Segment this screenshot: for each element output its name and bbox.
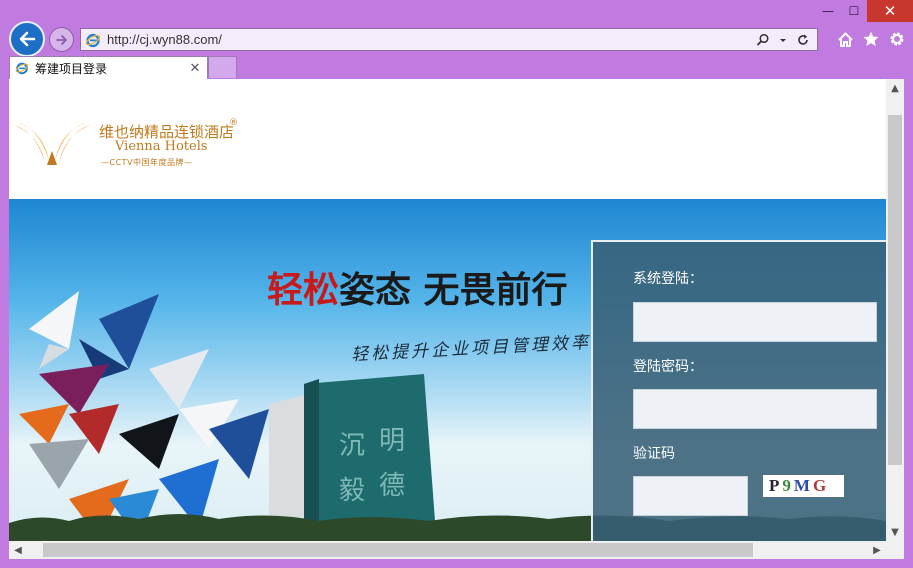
- tab-ie-icon: [13, 59, 31, 77]
- login-panel: 系统登陆： 登陆密码： 验证码 P9MG: [591, 240, 886, 541]
- tab-close-icon[interactable]: ✕: [187, 61, 203, 76]
- captcha-label: 验证码: [633, 446, 675, 462]
- svg-text:沉: 沉: [339, 431, 365, 461]
- banner-sub-slogan: 轻松提升企业项目管理效率: [350, 332, 592, 366]
- logo-english-name: Vienna Hotels: [115, 139, 208, 154]
- vertical-scrollbar[interactable]: ▲ ▼: [886, 79, 904, 541]
- registered-mark: ®: [229, 118, 238, 128]
- captcha-char: G: [812, 476, 830, 495]
- vienna-hotels-logo[interactable]: 维也纳精品连锁酒店 ® Vienna Hotels —CCTV中国年度品牌—: [11, 118, 251, 169]
- back-button[interactable]: [9, 21, 45, 57]
- search-dropdown-icon[interactable]: [775, 32, 791, 48]
- ie-logo-icon: [84, 31, 102, 49]
- tab-title: 筹建项目登录: [35, 61, 108, 76]
- slogan-text: 姿态 无畏前行: [339, 269, 568, 311]
- scroll-up-icon[interactable]: ▲: [886, 79, 904, 97]
- system-login-label: 系统登陆：: [633, 271, 703, 287]
- home-icon[interactable]: [835, 29, 855, 49]
- vienna-wing-logo-icon: [13, 123, 91, 165]
- page-viewport: 维也纳精品连锁酒店 ® Vienna Hotels —CCTV中国年度品牌— 沉…: [9, 79, 886, 541]
- favorites-star-icon[interactable]: [861, 29, 881, 49]
- banner-slogan: 轻松姿态 无畏前行: [267, 261, 568, 313]
- scrollbar-corner: [886, 541, 904, 559]
- browser-toolbar: [835, 29, 907, 49]
- svg-text:德: 德: [379, 471, 405, 501]
- svg-text:明: 明: [379, 426, 405, 456]
- logo-tagline: —CCTV中国年度品牌—: [101, 158, 193, 167]
- captcha-char: P: [769, 476, 783, 495]
- horizontal-scroll-thumb[interactable]: [43, 543, 753, 557]
- window-controls: — ☐ ✕: [815, 0, 913, 22]
- address-bar[interactable]: http://cj.wyn88.com/: [80, 28, 818, 51]
- scroll-right-icon[interactable]: ▶: [868, 541, 886, 559]
- vertical-scroll-thumb[interactable]: [888, 115, 902, 465]
- scroll-left-icon[interactable]: ◀: [9, 541, 27, 559]
- slogan-highlight: 轻松: [267, 269, 340, 311]
- address-bar-actions: [755, 32, 811, 48]
- captcha-char: M: [793, 476, 813, 495]
- horizontal-scrollbar[interactable]: ◀ ▶: [9, 541, 886, 559]
- minimize-button[interactable]: —: [815, 0, 841, 22]
- captcha-input[interactable]: [633, 476, 748, 516]
- password-input[interactable]: [633, 389, 877, 429]
- scroll-down-icon[interactable]: ▼: [886, 523, 904, 541]
- username-input[interactable]: [633, 302, 877, 342]
- new-tab-button[interactable]: [208, 56, 237, 78]
- captcha-char: 9: [782, 476, 794, 495]
- tab-active[interactable]: 筹建项目登录 ✕: [9, 56, 208, 79]
- maximize-button[interactable]: ☐: [841, 0, 867, 22]
- forward-button[interactable]: [49, 27, 74, 52]
- captcha-image[interactable]: P9MG: [763, 475, 844, 497]
- hero-banner: 沉 明 毅 德 笃 厚 轻松姿态 无畏前行 轻松提升企业项目管理效率 系统登陆：…: [9, 199, 886, 541]
- search-icon[interactable]: [755, 32, 771, 48]
- password-label: 登陆密码：: [633, 359, 703, 375]
- refresh-icon[interactable]: [795, 32, 811, 48]
- forward-arrow-icon: [55, 34, 67, 45]
- close-button[interactable]: ✕: [867, 0, 913, 22]
- settings-gear-icon[interactable]: [887, 29, 907, 49]
- url-text[interactable]: http://cj.wyn88.com/: [107, 32, 755, 47]
- back-arrow-icon: [19, 31, 36, 47]
